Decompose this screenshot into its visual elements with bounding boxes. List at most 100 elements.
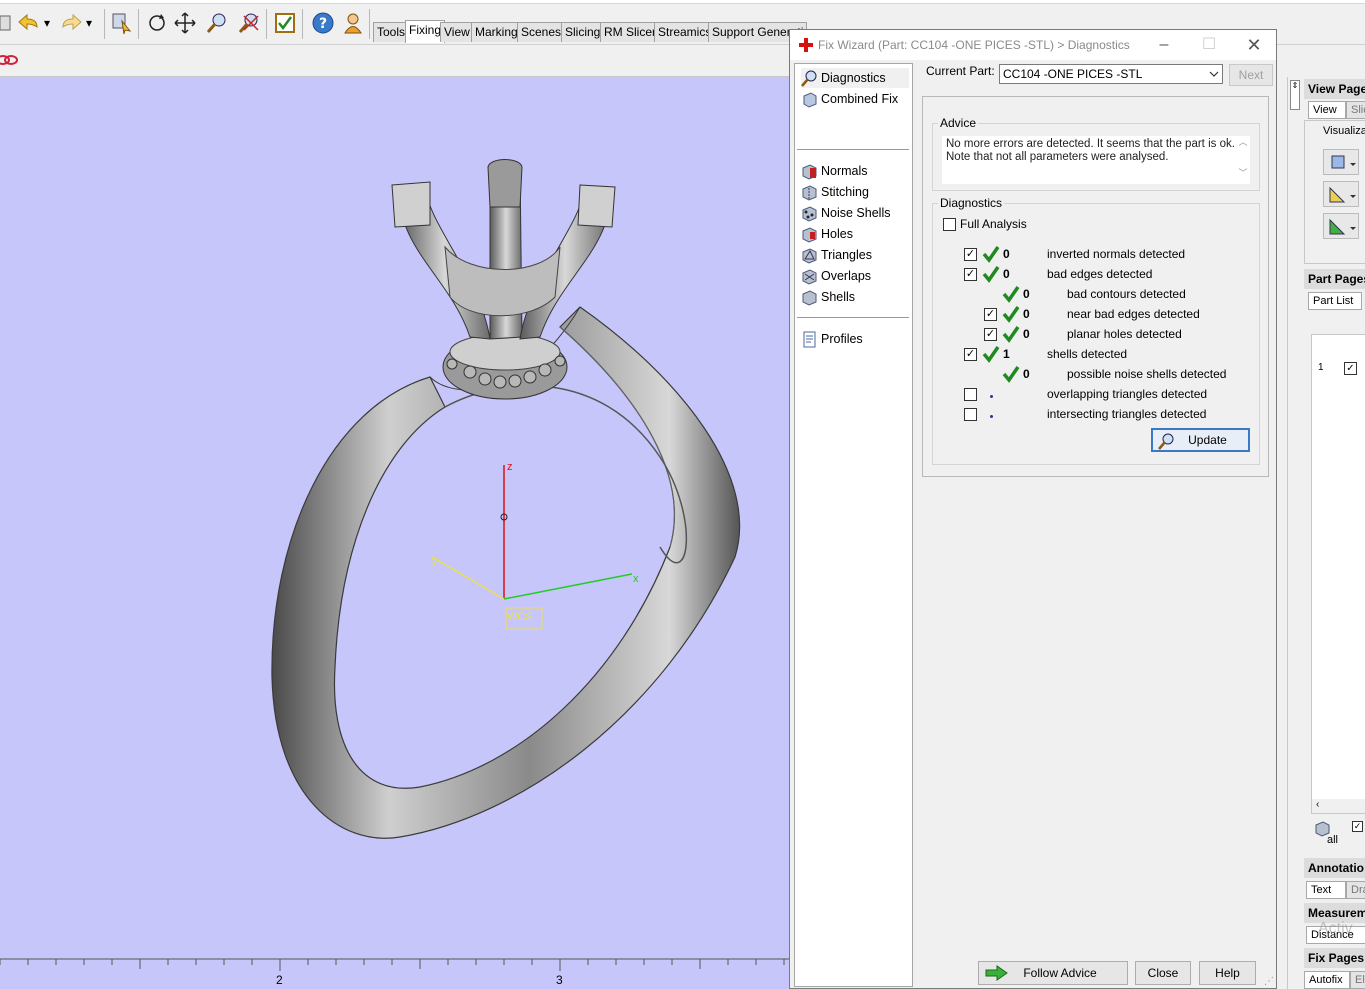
current-part-select[interactable]: CC104 -ONE PICES -STL — [999, 64, 1223, 84]
tab-elements[interactable]: Els — [1350, 971, 1365, 989]
tab-view[interactable]: View — [1308, 101, 1346, 119]
diag-label: bad edges detected — [1047, 267, 1153, 281]
redo-icon[interactable] — [58, 10, 84, 36]
zoom-extent-icon[interactable] — [236, 10, 262, 36]
dialog-titlebar[interactable]: Fix Wizard (Part: CC104 -ONE PICES -STL)… — [790, 30, 1276, 60]
diag-label: planar holes detected — [1067, 327, 1182, 341]
undo-dropdown-icon[interactable]: ▾ — [40, 10, 54, 36]
annotation-header[interactable]: Annotatio — [1304, 858, 1365, 878]
pan-icon[interactable] — [172, 10, 198, 36]
diag-checkbox[interactable] — [964, 388, 977, 401]
link-icon[interactable] — [0, 53, 18, 70]
close-button[interactable]: Close — [1135, 961, 1191, 985]
select-all-checkbox[interactable]: ✓ — [1352, 821, 1363, 832]
view-pages-header[interactable]: View Pages — [1304, 79, 1365, 99]
horizontal-scrollbar[interactable]: ‹ — [1312, 799, 1365, 813]
tab-slicing[interactable]: Slicing — [561, 22, 605, 42]
green-arrow-icon — [985, 965, 1008, 981]
help-button[interactable]: Help — [1199, 961, 1256, 985]
triangle-tool-icon[interactable] — [1323, 181, 1359, 207]
holes-icon — [801, 226, 818, 243]
view-cube-icon[interactable] — [1323, 149, 1359, 175]
rotate-icon[interactable] — [144, 10, 170, 36]
toolbar-separator — [266, 9, 267, 39]
tab-tools[interactable]: Tools — [373, 22, 410, 42]
diagnostics-title: Diagnostics — [938, 196, 1005, 210]
diag-checkbox[interactable]: ✓ — [964, 268, 977, 281]
full-analysis-label: Full Analysis — [960, 217, 1027, 231]
tab-marking[interactable]: Marking — [471, 22, 522, 42]
diag-checkbox[interactable]: ✓ — [964, 348, 977, 361]
dialog-title: Fix Wizard (Part: CC104 -ONE PICES -STL)… — [818, 38, 1130, 52]
nav-divider — [797, 317, 909, 318]
nav-item-combined-fix[interactable]: Combined Fix — [801, 89, 898, 109]
tab-text[interactable]: Text — [1306, 881, 1346, 899]
nav-item-diagnostics[interactable]: Diagnostics — [801, 68, 909, 88]
diag-checkbox[interactable]: ✓ — [984, 328, 997, 341]
pending-dot-icon — [990, 415, 993, 418]
3d-viewport[interactable]: z y x WCS 2 3 — [0, 77, 790, 989]
green-check-icon — [982, 246, 1000, 263]
follow-advice-button[interactable]: Follow Advice — [978, 961, 1128, 985]
fix-pages-header[interactable]: Fix Pages — [1304, 948, 1365, 968]
advice-scrollbar[interactable]: ︿ ﹀ — [1236, 136, 1250, 184]
undo-icon[interactable] — [16, 10, 42, 36]
close-icon[interactable]: ✕ — [1242, 34, 1266, 56]
zoom-icon[interactable] — [204, 10, 230, 36]
tab-part-list[interactable]: Part List — [1308, 292, 1362, 310]
nav-item-noise-shells[interactable]: Noise Shells — [801, 203, 890, 223]
scroll-up-icon[interactable]: ︿ — [1236, 136, 1250, 149]
green-check-icon — [982, 346, 1000, 363]
diag-checkbox[interactable]: ✓ — [984, 308, 997, 321]
tab-scenes[interactable]: Scenes — [517, 22, 566, 42]
update-label: Update — [1188, 433, 1227, 447]
wcs-label: WCS — [507, 611, 533, 623]
nav-item-label: Overlaps — [821, 269, 872, 283]
diag-checkbox[interactable]: ✓ — [964, 248, 977, 261]
triangles-icon — [801, 247, 818, 264]
full-analysis-checkbox[interactable] — [943, 218, 956, 231]
combined-fix-icon — [801, 91, 818, 108]
tab-streamics[interactable]: Streamics — [654, 22, 716, 42]
noise-shells-icon — [801, 205, 818, 222]
nav-item-holes[interactable]: Holes — [801, 224, 853, 244]
part-pages-header[interactable]: Part Pages — [1304, 269, 1365, 289]
tab-slice[interactable]: Slice — [1346, 101, 1365, 119]
tab-fixing[interactable]: Fixing — [405, 20, 446, 43]
activation-watermark: Activ — [1318, 920, 1353, 937]
resize-grip-icon[interactable]: ⋰ — [1264, 976, 1274, 987]
triangle-green-icon[interactable] — [1323, 213, 1359, 239]
green-check-icon — [1002, 326, 1020, 343]
nav-item-shells[interactable]: Shells — [801, 287, 855, 307]
scroll-down-icon[interactable]: ﹀ — [1236, 167, 1250, 180]
redo-dropdown-icon[interactable]: ▾ — [82, 10, 96, 36]
nav-item-normals[interactable]: Normals — [801, 161, 868, 181]
diag-count: 0 — [1003, 247, 1010, 261]
tab-view[interactable]: View — [440, 22, 474, 42]
next-button[interactable]: Next — [1229, 64, 1273, 86]
diag-label: bad contours detected — [1067, 287, 1186, 301]
nav-item-stitching[interactable]: Stitching — [801, 182, 869, 202]
nav-item-overlaps[interactable]: Overlaps — [801, 266, 871, 286]
nav-item-triangles[interactable]: Triangles — [801, 245, 872, 265]
fix-wizard-icon[interactable] — [272, 10, 298, 36]
pin-icon[interactable]: ⇕ — [1290, 80, 1300, 110]
sub-toolbar — [0, 45, 790, 77]
wizard-user-icon[interactable] — [340, 10, 366, 36]
magnifier-icon — [1158, 433, 1174, 450]
maximize-icon[interactable]: ☐ — [1197, 34, 1221, 56]
diag-checkbox[interactable] — [964, 408, 977, 421]
tab-rm-slicer[interactable]: RM Slicer — [600, 22, 661, 42]
part-visible-checkbox[interactable]: ✓ — [1344, 362, 1357, 375]
update-button[interactable]: Update — [1151, 428, 1250, 452]
all-label[interactable]: all — [1327, 834, 1338, 846]
diag-count: 0 — [1003, 267, 1010, 281]
tab-draw[interactable]: Dra — [1346, 881, 1365, 899]
nav-item-profiles[interactable]: Profiles — [801, 329, 863, 349]
diag-count: 0 — [1023, 307, 1030, 321]
tab-autofix[interactable]: Autofix — [1304, 971, 1350, 989]
nav-item-label: Diagnostics — [821, 71, 886, 85]
part-select-icon[interactable] — [108, 10, 134, 36]
help-icon[interactable]: ? — [310, 10, 336, 36]
minimize-icon[interactable]: – — [1152, 34, 1176, 56]
